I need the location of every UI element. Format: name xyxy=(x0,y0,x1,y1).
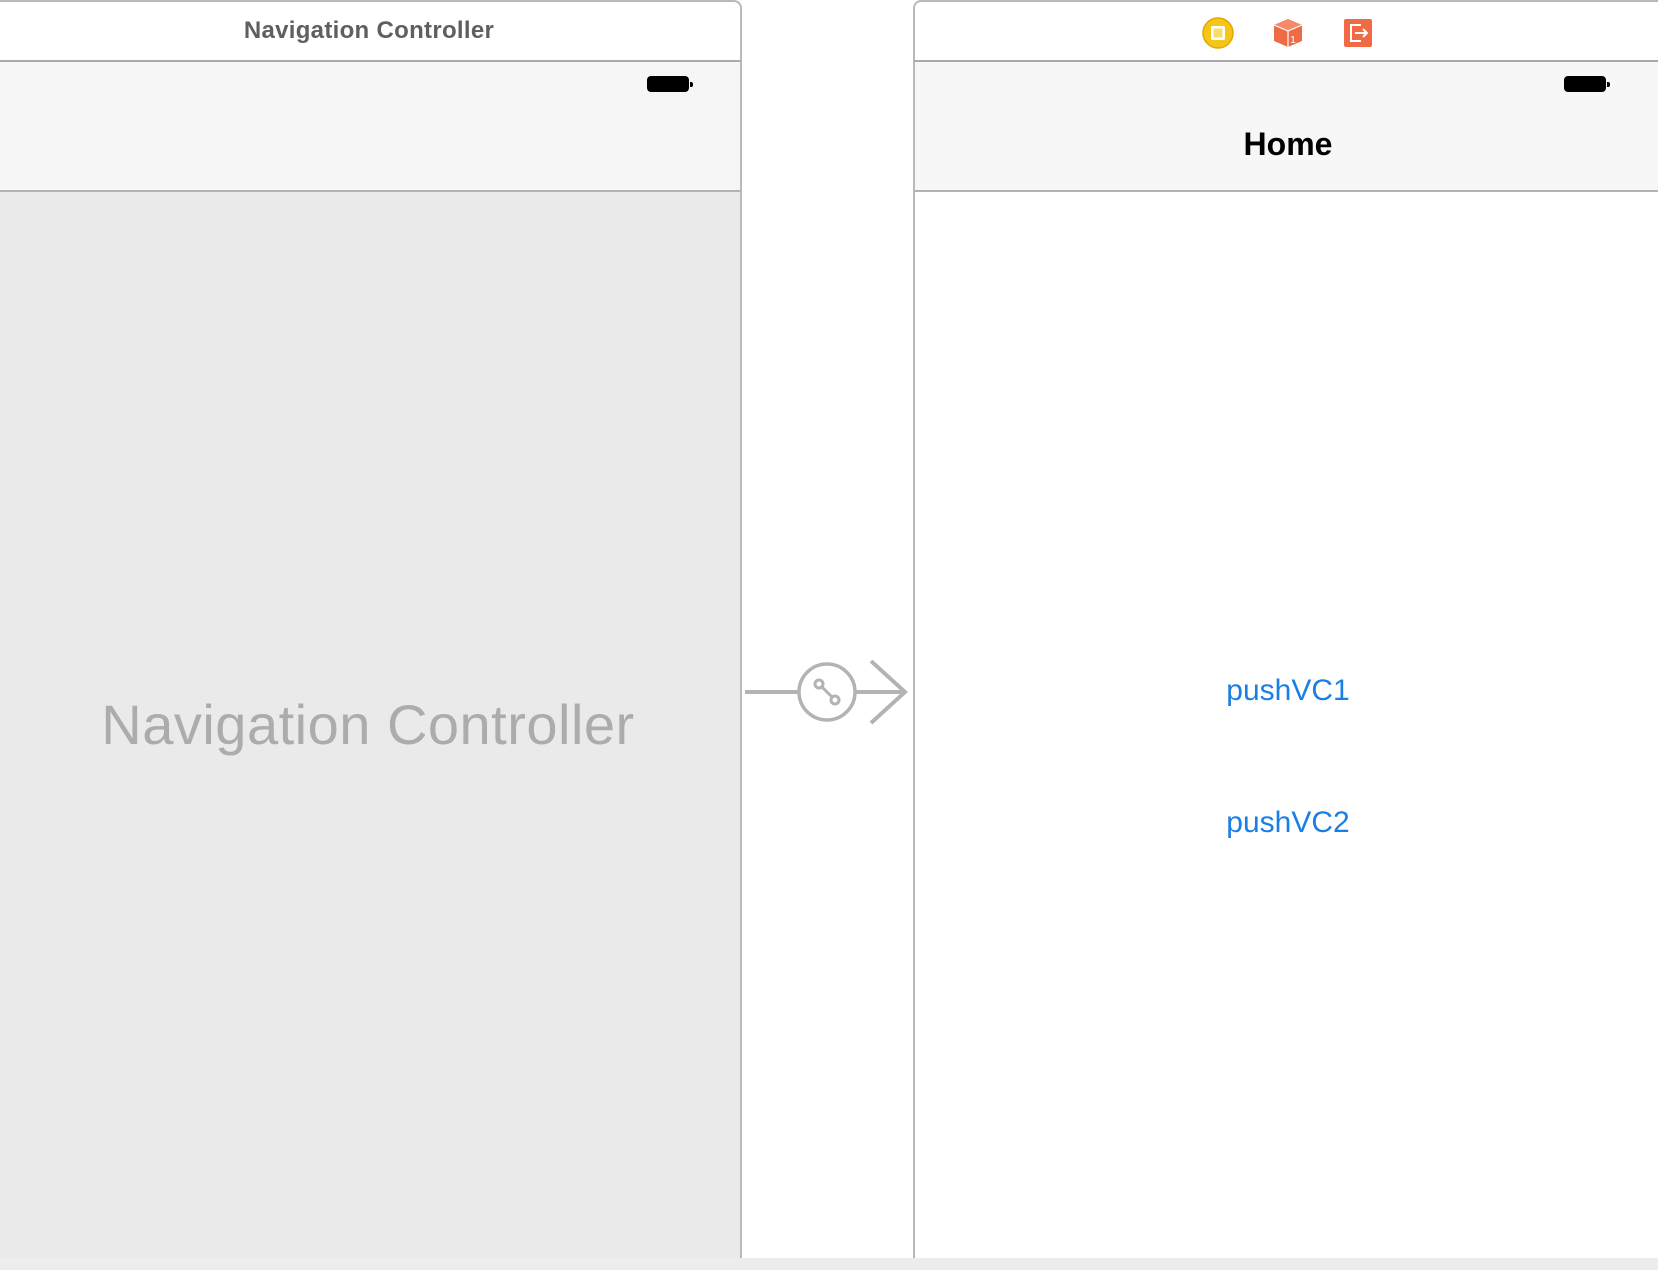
segue-connector[interactable] xyxy=(745,660,915,730)
home-view-canvas[interactable]: Home pushVC1 pushVC2 xyxy=(913,62,1658,1258)
navigation-controller-canvas[interactable]: Navigation Controller xyxy=(0,62,742,1258)
segue-relationship-icon[interactable] xyxy=(797,662,857,722)
navigation-bar: Home xyxy=(915,62,1658,192)
navigation-title[interactable]: Home xyxy=(915,126,1658,163)
navigation-controller-scene[interactable]: Navigation Controller Navigation Control… xyxy=(0,0,745,1258)
navigation-controller-content: Navigation Controller xyxy=(0,192,740,1258)
push-vc2-button[interactable]: pushVC2 xyxy=(915,806,1658,840)
exit-icon[interactable] xyxy=(1341,16,1375,50)
storyboard-canvas: Navigation Controller Navigation Control… xyxy=(0,0,1658,1270)
scene-title-bar[interactable]: Navigation Controller xyxy=(0,0,742,62)
placeholder-label: Navigation Controller xyxy=(101,693,635,756)
first-responder-icon[interactable]: 1 xyxy=(1271,16,1305,50)
canvas-bottom-edge xyxy=(0,1258,1658,1270)
home-view-controller-scene[interactable]: 1 Home pushVC1 pushVC2 xyxy=(913,0,1658,1258)
scene-dock[interactable]: 1 xyxy=(913,0,1658,62)
battery-icon xyxy=(647,76,693,92)
navigation-bar xyxy=(0,62,740,192)
battery-icon xyxy=(1564,76,1610,92)
view-controller-icon[interactable] xyxy=(1201,16,1235,50)
scene-title: Navigation Controller xyxy=(243,17,495,44)
push-vc1-button[interactable]: pushVC1 xyxy=(915,674,1658,708)
svg-text:1: 1 xyxy=(1290,35,1296,46)
